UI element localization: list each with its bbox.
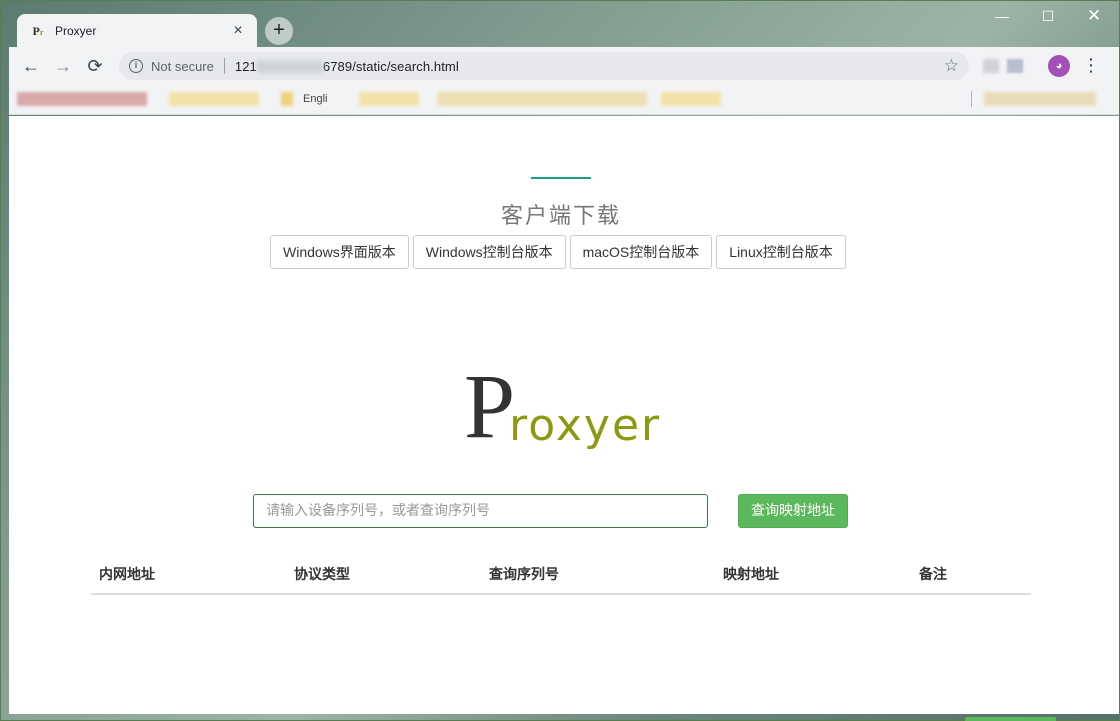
kebab-menu-icon[interactable]: ⋮ [1081,50,1101,80]
query-mapping-button[interactable]: 查询映射地址 [738,494,848,528]
browser-window: Pr Proxyer × + — ☐ ✕ ← → ⟳ i Not secure … [0,0,1120,721]
bookmark-item[interactable] [17,92,147,106]
result-table: 内网地址 协议类型 查询序列号 映射地址 备注 [91,556,1031,595]
maximize-button[interactable]: ☐ [1025,5,1071,29]
window-close-button[interactable]: ✕ [1071,5,1117,29]
bottom-edge-element [965,717,1056,721]
bookmark-item[interactable] [437,92,647,106]
logo-first-letter: P [464,355,516,457]
bookmarks-divider [971,91,972,107]
profile-avatar-icon[interactable]: ◕ [1048,55,1070,77]
bookmark-item[interactable] [359,92,419,106]
favicon-icon: Pr [32,24,44,38]
download-section-title: 客户端下载 [500,203,621,228]
download-windows-gui-button[interactable]: Windows界面版本 [270,235,409,269]
address-bar[interactable]: i Not secure 121 6789/static/search.html … [119,52,969,80]
col-query-serial: 查询序列号 [481,556,715,595]
url-text: 121 6789/static/search.html [234,58,459,74]
col-remarks: 备注 [911,556,1031,595]
redacted-region [256,61,323,74]
minimize-button[interactable]: — [979,5,1025,29]
other-bookmarks[interactable] [984,92,1096,106]
bookmark-item[interactable] [169,92,259,106]
download-button-group: Windows界面版本 Windows控制台版本 macOS控制台版本 Linu… [270,235,846,269]
info-icon[interactable]: i [129,59,143,73]
tab-title: Proxyer [55,24,97,38]
tab-strip: Pr Proxyer × + — ☐ ✕ [1,1,1119,48]
logo-rest: roxyer [509,400,662,451]
bookmark-item[interactable] [661,92,721,106]
omnibox-divider [223,58,225,74]
star-icon[interactable]: ☆ [944,56,959,76]
back-button[interactable]: ← [15,50,47,82]
download-macos-console-button[interactable]: macOS控制台版本 [569,235,713,269]
bookmark-label[interactable]: Engli [303,93,327,105]
proxyer-logo: Proxyer [464,360,662,452]
col-mapped-address: 映射地址 [715,556,911,595]
bookmarks-bar: Engli [9,85,1119,115]
col-protocol-type: 协议类型 [286,556,481,595]
extensions-area[interactable] [975,55,1031,75]
forward-button[interactable]: → [47,50,79,82]
download-windows-console-button[interactable]: Windows控制台版本 [412,235,566,269]
reload-button[interactable]: ⟳ [79,50,111,82]
tab-proxyer[interactable]: Pr Proxyer × [17,14,257,48]
tab-close-icon[interactable]: × [229,22,247,40]
download-linux-console-button[interactable]: Linux控制台版本 [716,235,846,269]
browser-toolbar: ← → ⟳ i Not secure 121 6789/static/search… [9,47,1119,85]
serial-search-input[interactable] [253,494,708,528]
table-header-row: 内网地址 协议类型 查询序列号 映射地址 备注 [91,556,1031,595]
page-viewport: 客户端下载 Windows界面版本 Windows控制台版本 macOS控制台版… [9,116,1119,714]
bookmark-folder-icon[interactable] [281,92,293,106]
section-accent-bar [531,177,591,179]
security-label: Not secure [151,58,214,74]
extension-icon[interactable] [1007,59,1023,73]
new-tab-button[interactable]: + [265,17,293,45]
col-intranet-address: 内网地址 [91,556,286,595]
extension-icon[interactable] [983,59,999,73]
